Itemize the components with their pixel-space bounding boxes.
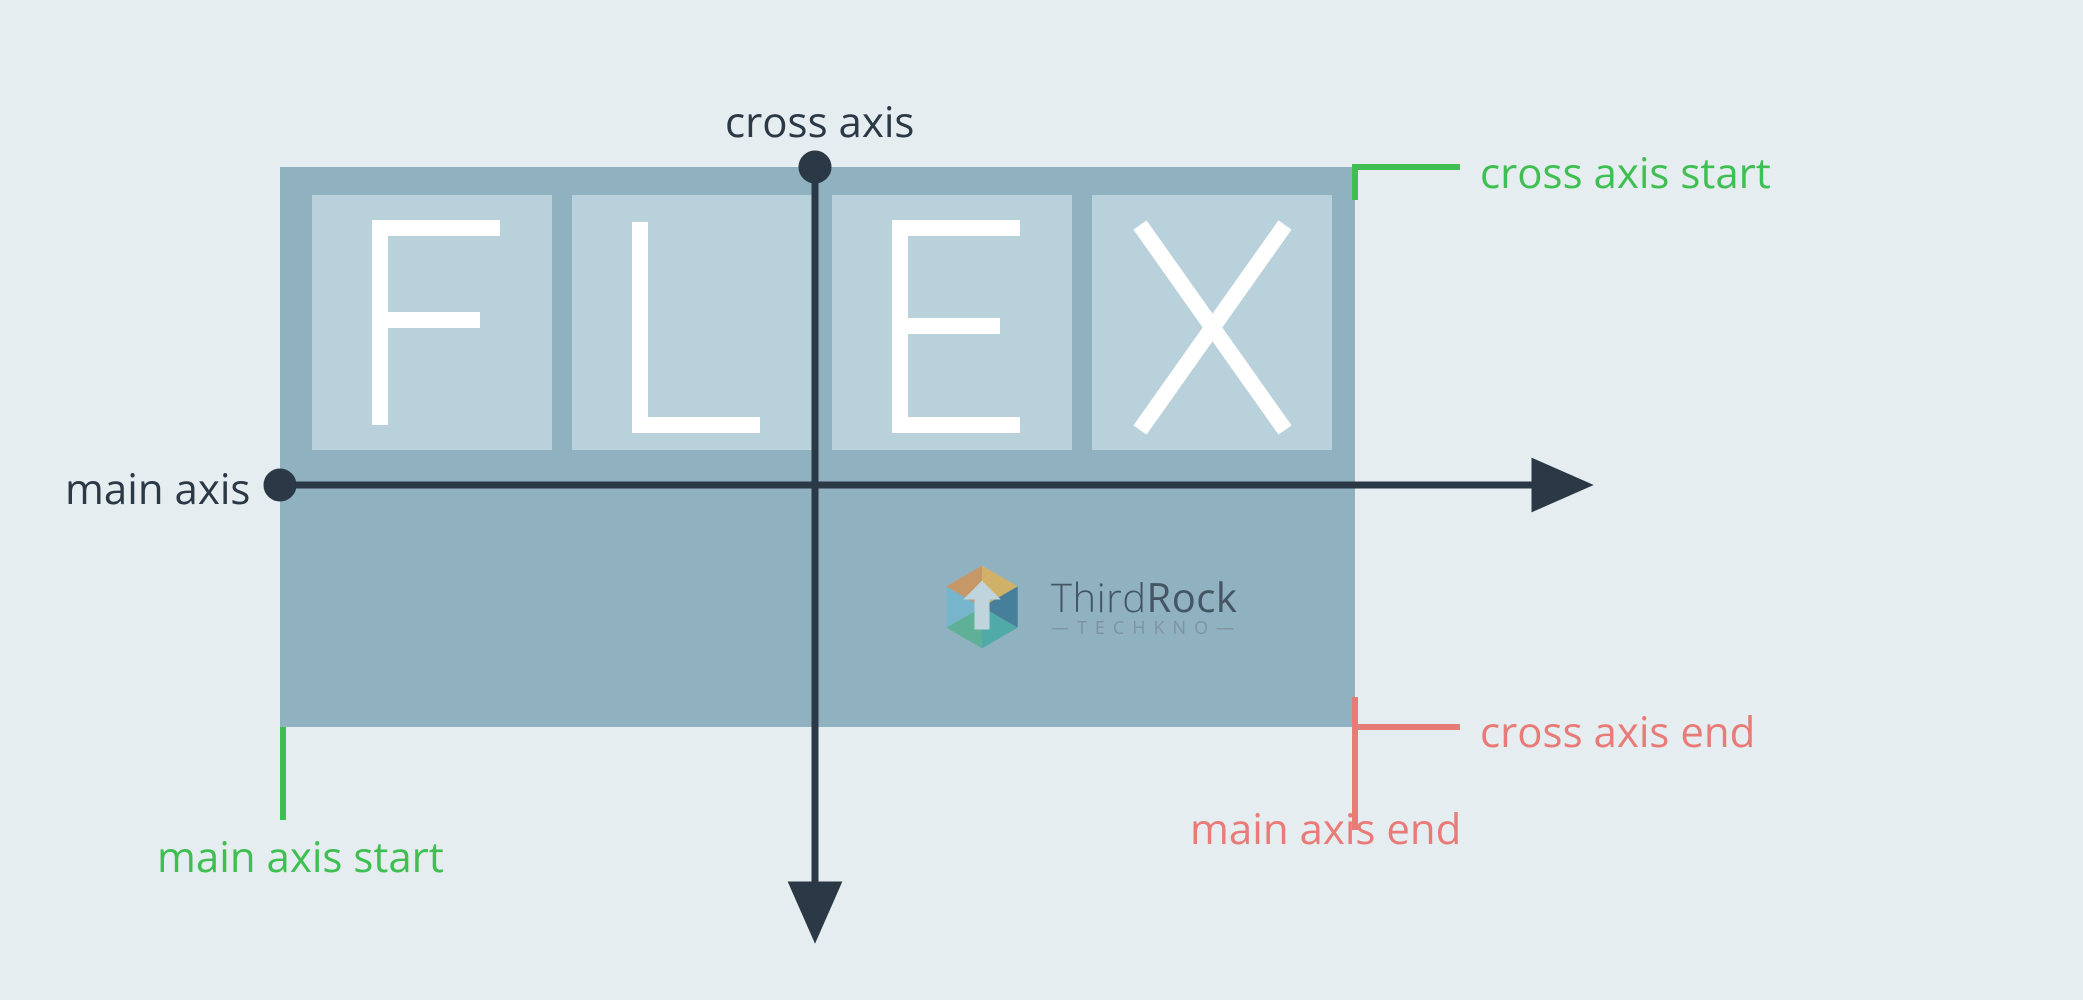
flex-item-0 [312,195,552,450]
letter-X-icon [1140,225,1285,430]
main-axis-label: main axis [65,460,250,517]
main-axis-arrow-icon [267,463,1585,507]
letter-E-icon [892,228,1020,425]
watermark: ThirdRock —TECHKNO— [935,560,1242,654]
cross-axis-end-label: cross axis end [1480,703,1755,760]
main-axis-end-label: main axis end [1190,800,1461,857]
cross-axis-arrow-icon [793,154,837,935]
watermark-logo-icon [935,560,1029,654]
main-axis-start-label: main axis start [157,828,444,885]
diagram-canvas: cross axis main axis cross axis start cr… [0,0,2083,1000]
letter-L-icon [632,222,760,425]
watermark-brand: ThirdRock [1051,577,1242,617]
letter-F-icon [372,228,500,425]
flex-items [312,195,1332,450]
flex-item-2 [832,195,1072,450]
cross-axis-start-marker-icon [1355,164,1460,200]
cross-axis-label: cross axis [725,93,914,150]
flex-item-3 [1092,195,1332,450]
flex-item-1 [572,195,812,450]
watermark-tagline: TECHKNO [1077,616,1216,640]
cross-axis-start-label: cross axis start [1480,144,1771,201]
